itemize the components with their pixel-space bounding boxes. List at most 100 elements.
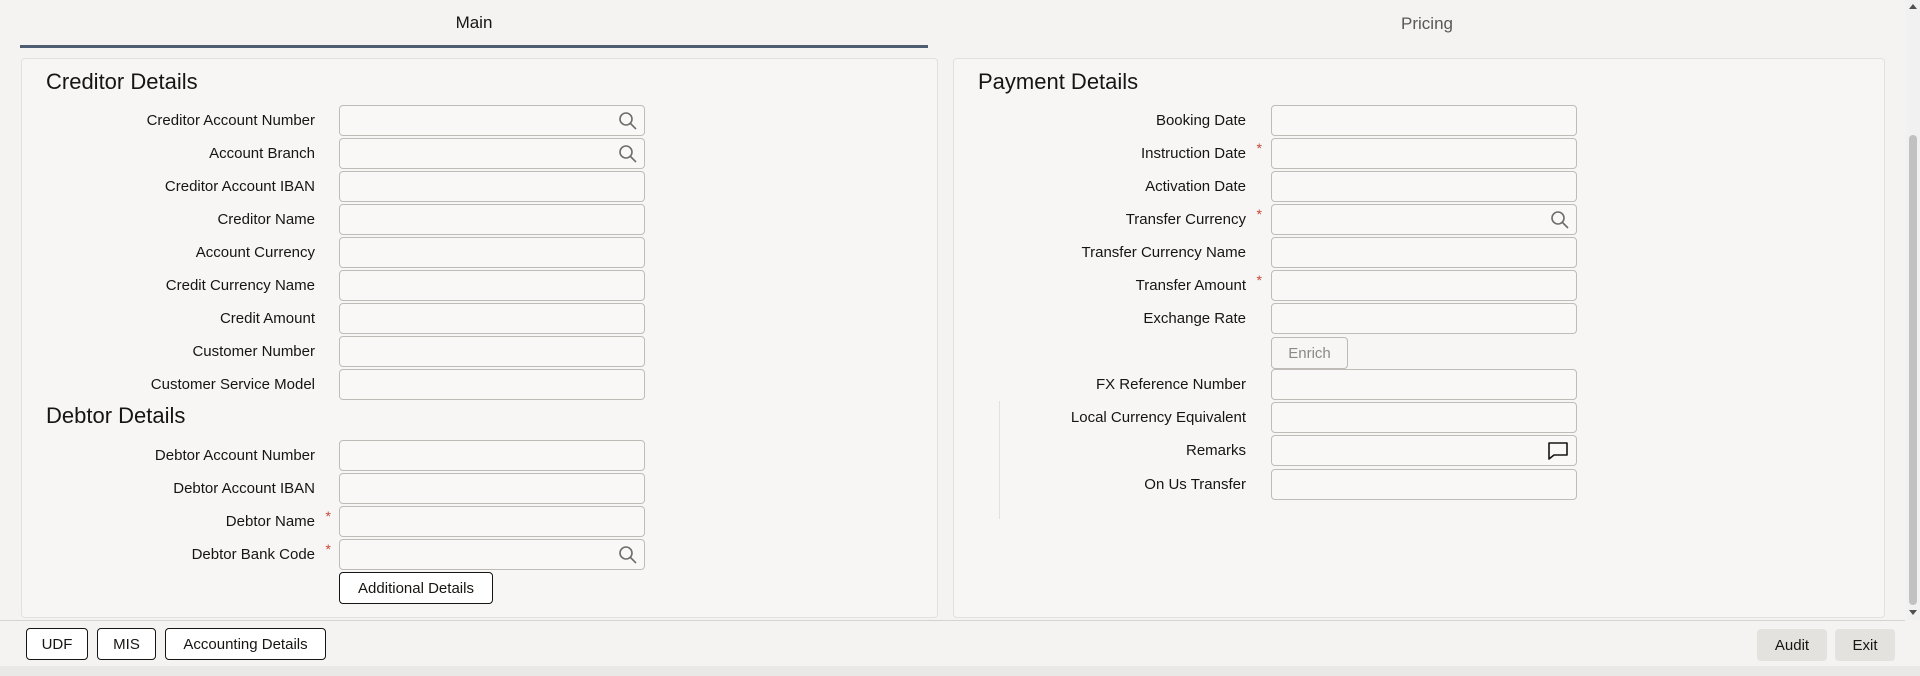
transfer-amount-row: Transfer Amount * (954, 270, 1262, 302)
activation-date-row: Activation Date (954, 171, 1246, 203)
customer-service-model-row: Customer Service Model (22, 369, 315, 401)
additional-details-button[interactable]: Additional Details (339, 572, 493, 604)
search-icon[interactable] (618, 545, 638, 565)
tab-main[interactable]: Main (20, 0, 928, 48)
exchange-rate-row: Exchange Rate (954, 303, 1246, 335)
payment-details-title: Payment Details (978, 69, 1139, 94)
creditor-account-number-field[interactable] (339, 105, 645, 136)
debtor-bank-code-text: Debtor Bank Code (191, 546, 315, 563)
tab-pricing[interactable]: Pricing (952, 0, 1902, 48)
creditor-account-number-row: Creditor Account Number (22, 105, 315, 137)
debtor-name-field[interactable] (339, 506, 645, 537)
audit-button[interactable]: Audit (1757, 629, 1827, 661)
udf-button[interactable]: UDF (26, 628, 88, 660)
account-currency-label: Account Currency (195, 244, 315, 261)
activation-date-field[interactable] (1271, 171, 1577, 202)
remarks-row: Remarks (954, 435, 1246, 467)
debtor-bank-code-field[interactable] (339, 539, 645, 570)
debtor-account-number-label: Debtor Account Number (154, 447, 315, 464)
on-us-transfer-field[interactable] (1271, 469, 1577, 500)
debtor-account-number-row: Debtor Account Number (22, 440, 315, 472)
fx-reference-number-field[interactable] (1271, 369, 1577, 400)
creditor-account-iban-label: Creditor Account IBAN (164, 178, 315, 195)
credit-amount-row: Credit Amount (22, 303, 315, 335)
fx-reference-number-label: FX Reference Number (1095, 376, 1246, 393)
scroll-up-arrow[interactable] (1909, 4, 1917, 9)
debtor-account-iban-label: Debtor Account IBAN (173, 480, 315, 497)
remarks-label: Remarks (1185, 442, 1246, 459)
required-marker: * (325, 508, 331, 524)
remarks-field[interactable] (1271, 435, 1577, 466)
exchange-rate-field[interactable] (1271, 303, 1577, 334)
creditor-debtor-panel: Creditor Details Creditor Account Number… (21, 58, 938, 618)
instruction-date-label: Instruction Date * (1140, 138, 1262, 170)
booking-date-label: Booking Date (1155, 112, 1246, 129)
exit-button[interactable]: Exit (1835, 629, 1895, 661)
accounting-details-button[interactable]: Accounting Details (165, 628, 326, 660)
search-icon[interactable] (618, 111, 638, 131)
mis-button[interactable]: MIS (97, 628, 156, 660)
transfer-amount-label: Transfer Amount * (1136, 270, 1262, 302)
exchange-rate-label: Exchange Rate (1143, 310, 1246, 327)
creditor-account-number-label: Creditor Account Number (146, 112, 315, 129)
local-currency-equivalent-row: Local Currency Equivalent (954, 402, 1246, 434)
transfer-currency-name-field[interactable] (1271, 237, 1577, 268)
fx-reference-number-row: FX Reference Number (954, 369, 1246, 401)
account-branch-row: Account Branch (22, 138, 315, 170)
enrich-button[interactable]: Enrich (1271, 337, 1348, 369)
booking-date-field[interactable] (1271, 105, 1577, 136)
creditor-name-row: Creditor Name (22, 204, 315, 236)
debtor-account-iban-row: Debtor Account IBAN (22, 473, 315, 505)
debtor-account-number-field[interactable] (339, 440, 645, 471)
transfer-currency-name-row: Transfer Currency Name (954, 237, 1247, 269)
customer-service-model-field[interactable] (339, 369, 645, 400)
transfer-currency-field[interactable] (1271, 204, 1577, 235)
search-icon[interactable] (618, 144, 638, 164)
scroll-down-arrow[interactable] (1909, 610, 1917, 615)
local-currency-equivalent-label: Local Currency Equivalent (1070, 409, 1246, 426)
bottom-strip (0, 666, 1920, 676)
debtor-details-title: Debtor Details (46, 403, 186, 428)
creditor-name-field[interactable] (339, 204, 645, 235)
credit-amount-field[interactable] (339, 303, 645, 334)
search-icon[interactable] (1550, 210, 1570, 230)
account-currency-row: Account Currency (22, 237, 315, 269)
activation-date-label: Activation Date (1145, 178, 1246, 195)
creditor-account-iban-field[interactable] (339, 171, 645, 202)
customer-service-model-label: Customer Service Model (150, 376, 315, 393)
debtor-name-text: Debtor Name (225, 513, 315, 530)
transfer-currency-name-label: Transfer Currency Name (1081, 244, 1247, 261)
required-marker: * (1256, 206, 1262, 222)
tab-bar: Main Pricing (0, 0, 1905, 50)
on-us-transfer-label: On Us Transfer (1144, 476, 1246, 493)
transfer-currency-label: Transfer Currency * (1125, 204, 1262, 236)
customer-number-field[interactable] (339, 336, 645, 367)
required-marker: * (325, 541, 331, 557)
account-currency-field[interactable] (339, 237, 645, 268)
debtor-name-label: Debtor Name * (225, 506, 331, 538)
debtor-bank-code-label: Debtor Bank Code * (191, 539, 331, 571)
footer-bar: UDF MIS Accounting Details Audit Exit (0, 620, 1905, 667)
credit-currency-name-label: Credit Currency Name (165, 277, 315, 294)
scroll-thumb[interactable] (1909, 135, 1917, 605)
creditor-details-title: Creditor Details (46, 69, 198, 94)
creditor-account-iban-row: Creditor Account IBAN (22, 171, 315, 203)
credit-currency-name-field[interactable] (339, 270, 645, 301)
transfer-amount-field[interactable] (1271, 270, 1577, 301)
account-branch-label: Account Branch (209, 145, 315, 162)
comment-icon[interactable] (1546, 441, 1570, 461)
credit-amount-label: Credit Amount (219, 310, 315, 327)
customer-number-row: Customer Number (22, 336, 315, 368)
payment-details-panel: Payment Details Booking Date Instruction… (953, 58, 1885, 618)
transfer-currency-row: Transfer Currency * (954, 204, 1262, 236)
account-branch-field[interactable] (339, 138, 645, 169)
instruction-date-text: Instruction Date (1140, 145, 1246, 162)
customer-number-label: Customer Number (192, 343, 315, 360)
debtor-bank-code-row: Debtor Bank Code * (22, 539, 331, 571)
local-currency-equivalent-field[interactable] (1271, 402, 1577, 433)
creditor-name-label: Creditor Name (217, 211, 315, 228)
instruction-date-field[interactable] (1271, 138, 1577, 169)
transfer-currency-text: Transfer Currency (1125, 211, 1246, 228)
scrollbar[interactable] (1906, 0, 1920, 620)
debtor-account-iban-field[interactable] (339, 473, 645, 504)
